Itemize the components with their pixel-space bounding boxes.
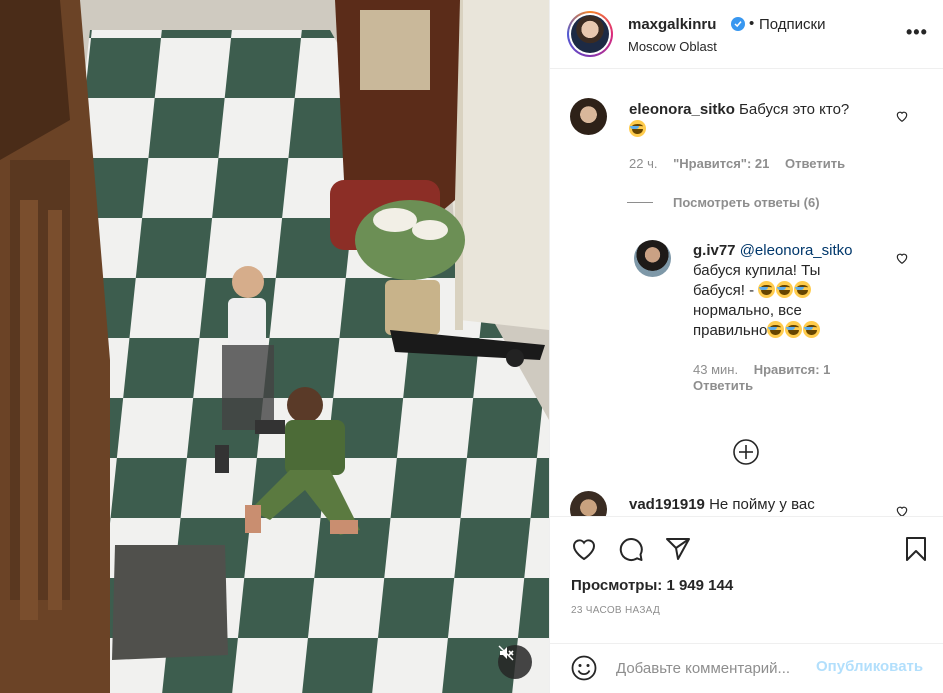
following-button[interactable]: Подписки <box>759 16 826 33</box>
comment-meta: 43 мин. Нравится: 1 Ответить <box>693 362 863 394</box>
comment-username[interactable]: eleonora_sitko <box>629 101 735 118</box>
heart-icon[interactable] <box>895 251 909 265</box>
comment-input[interactable] <box>616 654 812 682</box>
comment-likes[interactable]: Нравится: 1 <box>754 362 831 377</box>
comment-text: Бабуся это кто? <box>739 101 850 118</box>
author-avatar[interactable] <box>567 11 613 57</box>
comment-time[interactable]: 22 ч. <box>629 156 657 171</box>
view-count[interactable]: Просмотры: 1 949 144 <box>571 577 733 594</box>
mute-button[interactable] <box>498 645 532 679</box>
comments-list[interactable]: eleonora_sitko Бабуся это кто? 22 ч. "Нр… <box>550 70 943 516</box>
comment-username[interactable]: vad191919 <box>629 496 705 513</box>
joy-emoji-icon <box>767 321 785 338</box>
comment-text-line: правильно <box>693 322 768 339</box>
heart-icon[interactable] <box>895 109 909 123</box>
comment-body: vad191919 Не пойму у вас <box>629 495 899 515</box>
comment-username[interactable]: g.iv77 <box>693 242 736 259</box>
mute-icon <box>498 645 514 661</box>
comment-time[interactable]: 43 мин. <box>693 362 738 377</box>
comment-meta: 22 ч. "Нравится": 21 Ответить <box>629 156 857 171</box>
verified-icon <box>731 17 745 31</box>
view-replies-button[interactable]: Посмотреть ответы (6) <box>627 195 820 210</box>
heart-icon[interactable] <box>895 504 909 516</box>
more-icon[interactable]: ••• <box>906 22 928 43</box>
comment-likes[interactable]: "Нравится": 21 <box>673 156 769 171</box>
comment-text-line: нормально, все <box>693 302 802 319</box>
plus-circle-icon[interactable] <box>731 437 761 467</box>
comment-avatar[interactable] <box>570 491 607 516</box>
post-timestamp[interactable]: 23 ЧАСОВ НАЗАД <box>571 605 660 616</box>
share-icon[interactable] <box>664 535 692 563</box>
joy-emoji-icon <box>803 321 821 338</box>
post-sidebar: maxgalkinru • Подписки Moscow Oblast •••… <box>549 0 943 693</box>
comment-mention[interactable]: @eleonora_sitko <box>740 242 853 259</box>
header-separator: • <box>749 15 755 32</box>
joy-emoji-icon <box>776 281 794 298</box>
reply-button[interactable]: Ответить <box>785 156 845 171</box>
add-comment-bar: Опубликовать <box>550 643 943 693</box>
post-location[interactable]: Moscow Oblast <box>628 39 717 54</box>
comment-text-line: бабуся! - <box>693 282 755 299</box>
joy-emoji-icon <box>629 120 646 137</box>
reply-button[interactable]: Ответить <box>693 378 753 393</box>
post-actions: Просмотры: 1 949 144 23 ЧАСОВ НАЗАД <box>550 517 943 643</box>
reply-body: g.iv77 @eleonora_sitko бабуся купила! Ты… <box>693 241 883 341</box>
comment-body: eleonora_sitko Бабуся это кто? <box>629 100 899 140</box>
post-comment-button[interactable]: Опубликовать <box>816 658 923 675</box>
comment-avatar[interactable] <box>570 98 607 135</box>
joy-emoji-icon <box>758 281 776 298</box>
author-username[interactable]: maxgalkinru <box>628 16 716 33</box>
comment-avatar[interactable] <box>634 240 671 277</box>
joy-emoji-icon <box>794 281 812 298</box>
bookmark-icon[interactable] <box>902 535 930 563</box>
heart-icon[interactable] <box>570 535 598 563</box>
views-count: 1 949 144 <box>666 577 734 594</box>
views-label: Просмотры: <box>571 577 663 594</box>
joy-emoji-icon <box>785 321 803 338</box>
post-header: maxgalkinru • Подписки Moscow Oblast ••• <box>550 0 943 69</box>
video-frame <box>0 0 549 693</box>
view-replies-label: Посмотреть ответы (6) <box>673 195 820 210</box>
emoji-icon[interactable] <box>570 654 598 682</box>
comment-text: Не пойму у вас <box>709 496 815 513</box>
comment-icon[interactable] <box>617 535 645 563</box>
post-video[interactable] <box>0 0 549 693</box>
comment-text-line: бабуся купила! Ты <box>693 262 821 279</box>
